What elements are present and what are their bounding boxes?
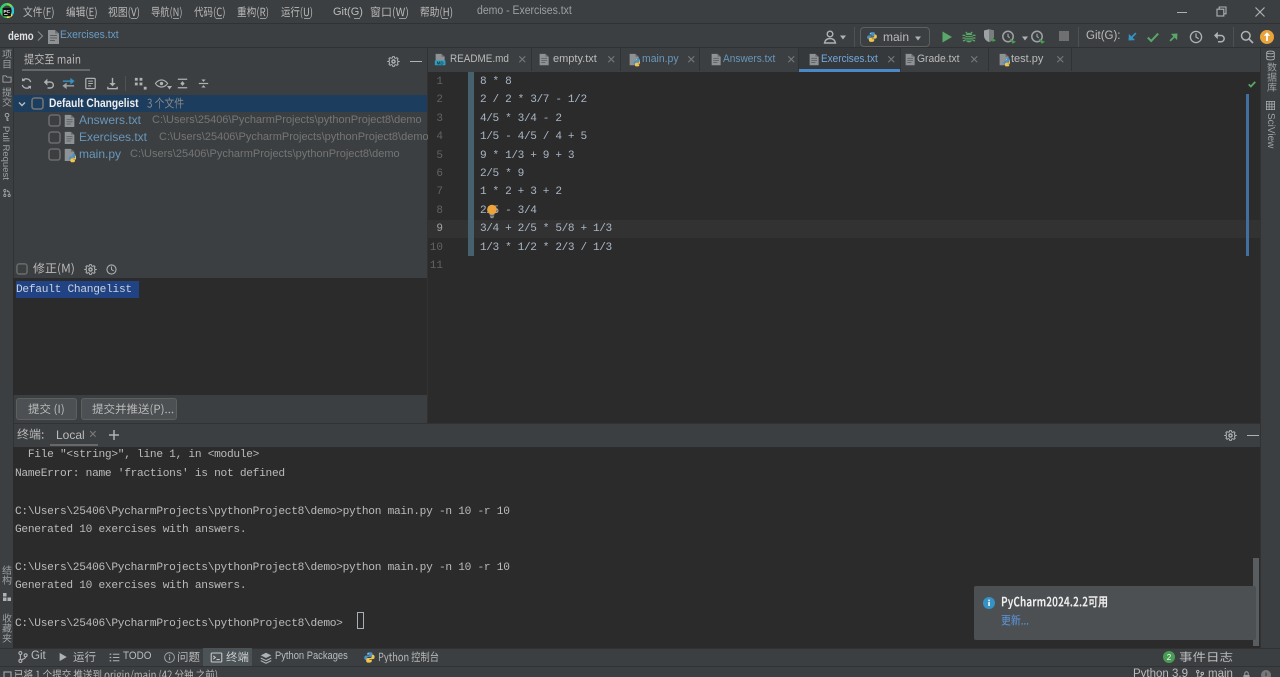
svg-text:MD: MD — [437, 60, 445, 65]
svg-text:2: 2 — [1167, 653, 1172, 662]
svg-text:PC: PC — [4, 9, 11, 14]
